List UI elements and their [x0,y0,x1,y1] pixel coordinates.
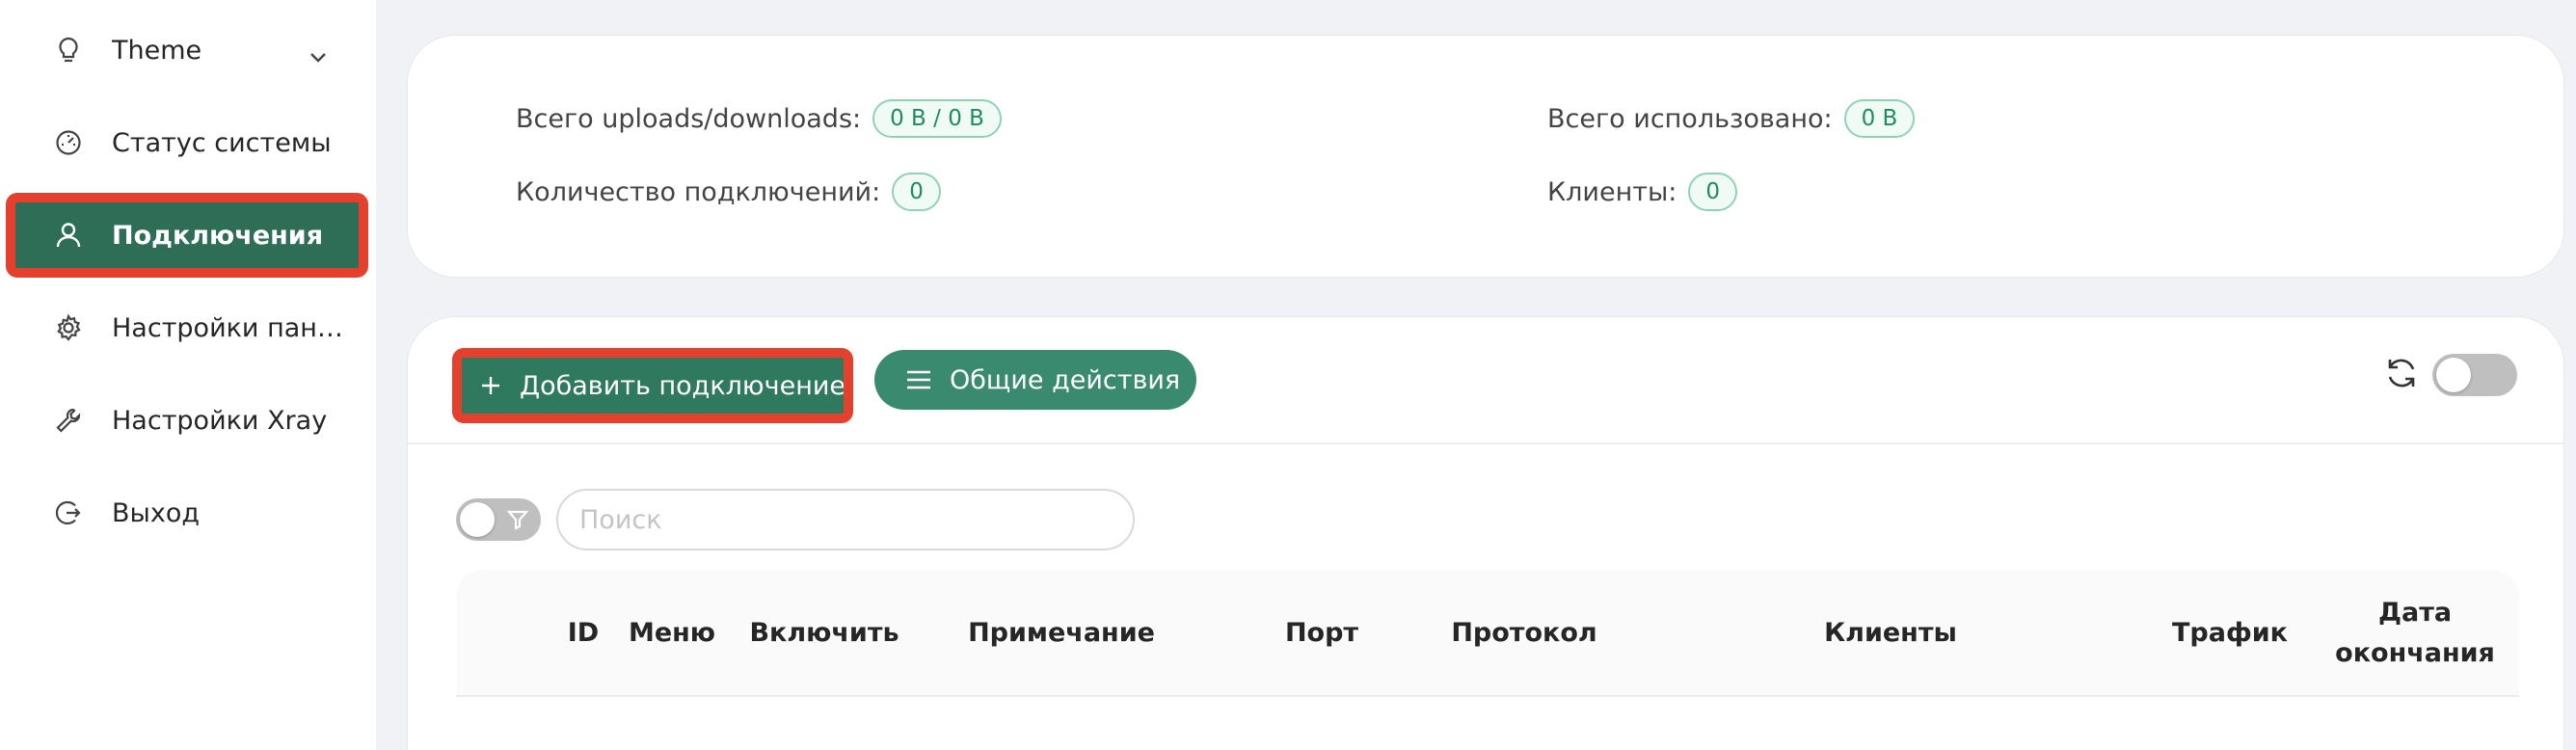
search-input[interactable] [556,489,1135,550]
toolbar-divider [408,442,2563,444]
inbounds-card: Добавить подключение Общие действия Поис… [407,316,2564,750]
sidebar-item-label: Настройки Xray [112,405,328,436]
add-connection-button[interactable]: Добавить подключение [452,348,853,423]
stat-label: Всего uploads/downloads: [516,103,862,134]
column-header-id[interactable]: ID [552,570,614,697]
sidebar-item-system-status[interactable]: Статус системы [13,108,361,177]
add-connection-label: Добавить подключение [520,370,846,401]
column-header-enable[interactable]: Включить [749,570,899,697]
sidebar-item-logout[interactable]: Выход [13,478,361,548]
gear-icon [52,311,85,344]
status-badge: 0 B [1843,99,1916,138]
column-header-protocol[interactable]: Протокол [1428,570,1621,697]
filter-toggle[interactable] [456,498,541,541]
sidebar-item-label: Подключения [112,220,324,251]
general-actions-label: Общие действия [950,364,1181,395]
stat-connections-count: Количество подключений: 0 [516,173,941,211]
stat-label: Клиенты: [1547,176,1677,207]
sidebar: Theme Статус системы Подключения Настрой… [0,0,376,750]
sidebar-item-xray-settings[interactable]: Настройки Xray [13,386,361,455]
plus-icon [479,374,502,397]
auto-refresh-toggle[interactable] [2432,354,2517,396]
column-header-traffic[interactable]: Трафик [2143,570,2317,697]
sidebar-item-label: Theme [112,35,202,66]
status-badge: 0 [1688,173,1738,211]
lightbulb-icon [52,34,85,67]
tool-icon [52,404,85,437]
logout-icon [52,496,85,529]
stat-total-used: Всего использовано: 0 B [1547,99,1916,138]
stat-uploads-downloads: Всего uploads/downloads: 0 B / 0 B [516,99,1002,138]
toggle-knob [460,502,495,537]
table-header: ID Меню Включить Примечание Порт Протоко… [456,570,2519,697]
sidebar-item-label: Выход [112,497,201,528]
column-header-clients[interactable]: Клиенты [1794,570,1987,697]
filter-icon [506,508,529,535]
dashboard-icon [52,126,85,159]
column-header-port[interactable]: Порт [1264,570,1380,697]
user-icon [52,219,85,252]
sidebar-item-connections[interactable]: Подключения [6,193,368,278]
column-header-menu[interactable]: Меню [629,570,715,697]
status-badge: 0 B / 0 B [872,99,1002,138]
toggle-knob [2436,358,2471,392]
stat-label: Количество подключений: [516,176,881,207]
status-badge: 0 [892,173,941,211]
refresh-icon[interactable] [2382,354,2421,392]
column-header-expiry-date[interactable]: Дата окончания [2335,570,2495,697]
sidebar-item-panel-settings[interactable]: Настройки панели [13,293,361,362]
sidebar-item-label: Настройки панели [112,312,343,343]
stat-label: Всего использовано: [1547,103,1833,134]
general-actions-button[interactable]: Общие действия [874,350,1196,410]
stat-clients: Клиенты: 0 [1547,173,1738,211]
column-header-remark[interactable]: Примечание [955,570,1167,697]
sidebar-item-theme[interactable]: Theme [13,15,361,85]
menu-icon [905,368,932,391]
chevron-down-icon[interactable] [309,40,328,70]
sidebar-item-label: Статус системы [112,127,332,158]
stats-card: Всего uploads/downloads: 0 B / 0 B Всего… [407,35,2564,278]
